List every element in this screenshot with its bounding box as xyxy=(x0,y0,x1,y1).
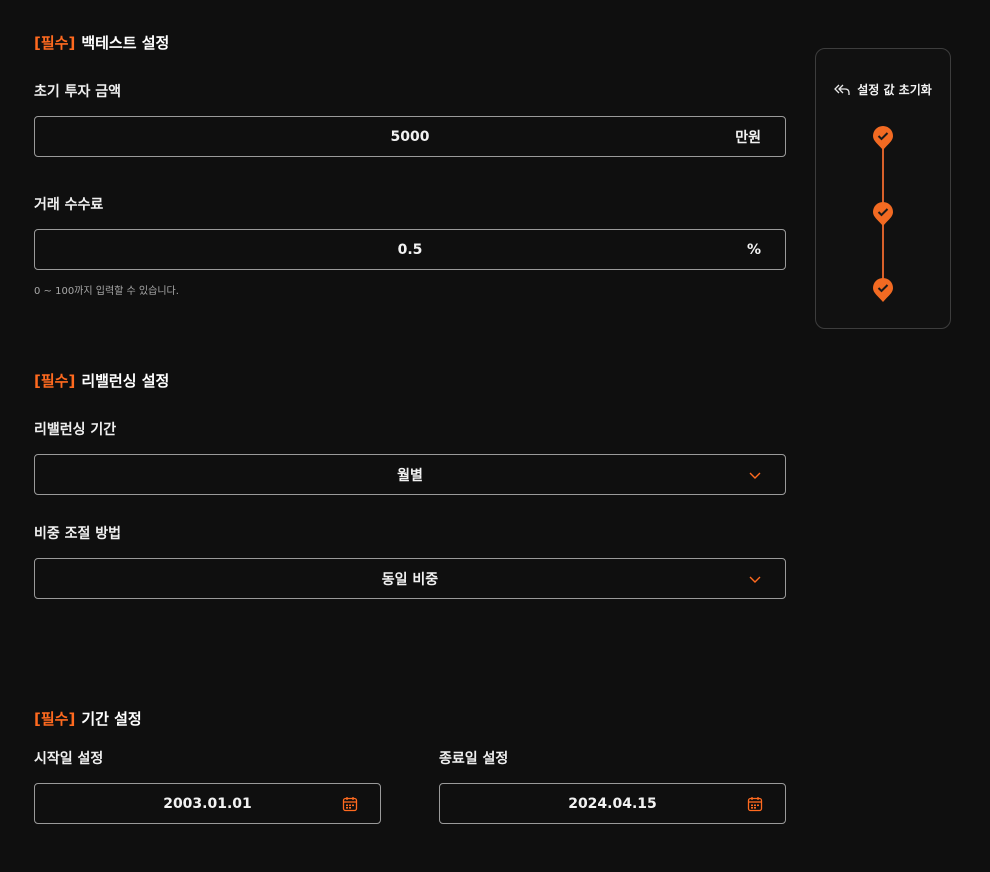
initial-investment-value[interactable]: 5000 xyxy=(35,117,785,156)
end-date-label: 종료일 설정 xyxy=(439,751,509,767)
section-title-text: 기간 설정 xyxy=(81,710,142,728)
required-tag: [필수] xyxy=(34,710,76,728)
chevron-down-icon[interactable] xyxy=(749,574,761,584)
rebalancing-section-title: [필수] 리밸런싱 설정 xyxy=(34,370,169,391)
trading-fee-unit: % xyxy=(746,241,761,258)
progress-panel: 설정 값 초기화 xyxy=(815,48,951,329)
check-pin-icon xyxy=(873,126,893,150)
period-section-title: [필수] 기간 설정 xyxy=(34,708,142,729)
backtest-section-title: [필수] 백테스트 설정 xyxy=(34,32,169,53)
weighting-method-select[interactable]: 동일 비중 xyxy=(34,558,786,599)
initial-investment-unit: 만원 xyxy=(735,129,761,146)
check-pin-icon xyxy=(873,278,893,302)
trading-fee-hint: 0 ~ 100까지 입력할 수 있습니다. xyxy=(34,286,179,297)
undo-arrow-icon xyxy=(834,84,850,95)
rebalancing-period-selected: 월별 xyxy=(397,467,423,484)
trading-fee-label: 거래 수수료 xyxy=(34,197,104,213)
check-pin-icon xyxy=(873,202,893,226)
rebalancing-period-select[interactable]: 월별 xyxy=(34,454,786,495)
section-title-text: 리밸런싱 설정 xyxy=(81,372,170,390)
required-tag: [필수] xyxy=(34,372,76,390)
reset-settings-label: 설정 값 초기화 xyxy=(857,83,932,97)
start-date-field[interactable]: 2003.01.01 xyxy=(34,783,381,824)
weighting-method-label: 비중 조절 방법 xyxy=(34,526,122,542)
trading-fee-value[interactable]: 0.5 xyxy=(35,230,785,269)
initial-investment-label: 초기 투자 금액 xyxy=(34,84,122,100)
end-date-value[interactable]: 2024.04.15 xyxy=(440,784,785,823)
calendar-icon[interactable] xyxy=(342,796,358,812)
required-tag: [필수] xyxy=(34,34,76,52)
weighting-method-selected: 동일 비중 xyxy=(381,571,439,588)
initial-investment-field[interactable]: 5000 만원 xyxy=(34,116,786,157)
section-title-text: 백테스트 설정 xyxy=(81,34,170,52)
end-date-field[interactable]: 2024.04.15 xyxy=(439,783,786,824)
start-date-label: 시작일 설정 xyxy=(34,751,104,767)
trading-fee-field[interactable]: 0.5 % xyxy=(34,229,786,270)
calendar-icon[interactable] xyxy=(747,796,763,812)
chevron-down-icon[interactable] xyxy=(749,470,761,480)
rebalancing-period-label: 리밸런싱 기간 xyxy=(34,422,117,438)
start-date-value[interactable]: 2003.01.01 xyxy=(35,784,380,823)
reset-settings-button[interactable]: 설정 값 초기화 xyxy=(816,81,950,98)
